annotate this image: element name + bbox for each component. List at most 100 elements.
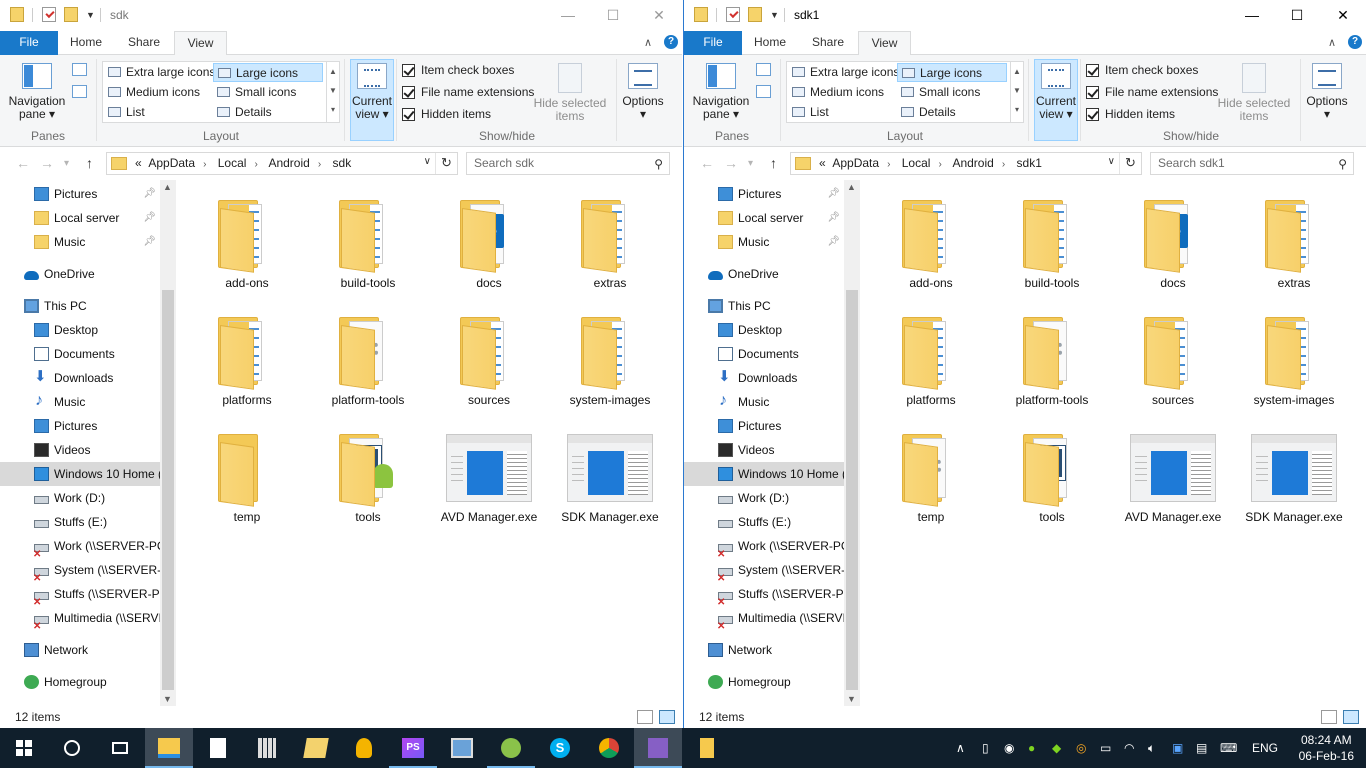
new-folder-icon[interactable] [748, 7, 762, 22]
tab-file[interactable]: File [0, 31, 58, 55]
options-button[interactable]: Options ▾ [1304, 63, 1350, 121]
nav-item[interactable]: Documents [0, 342, 160, 366]
up-arrow-icon[interactable]: ↑ [770, 155, 777, 171]
notepad-button[interactable] [194, 728, 242, 768]
nav-item[interactable]: Work (\\SERVER-PC) [684, 534, 844, 558]
layout-details[interactable]: Details [897, 103, 1007, 122]
breadcrumb-item[interactable]: Android [268, 156, 309, 170]
nav-item[interactable]: Homegroup [0, 670, 160, 694]
properties-icon[interactable] [726, 7, 740, 22]
nav-item[interactable]: Pictures 📌︎ [684, 182, 844, 206]
address-dropdown-icon[interactable]: ∨ [1108, 156, 1115, 167]
minimize-button[interactable]: — [545, 0, 591, 31]
folder-item[interactable]: system-images [555, 299, 665, 411]
forward-arrow-icon[interactable]: → [40, 155, 54, 171]
back-arrow-icon[interactable]: ← [700, 155, 714, 171]
preview-pane-icon[interactable] [756, 63, 771, 76]
file-item[interactable]: AVD Manager.exe [1118, 416, 1228, 528]
folder-item[interactable]: extras [555, 182, 665, 294]
folder-item[interactable]: build-tools [313, 182, 423, 294]
nav-item[interactable]: Network [0, 638, 160, 662]
folder-item[interactable]: build-tools [997, 182, 1107, 294]
cortana-button[interactable] [48, 728, 96, 768]
layout-large-icons[interactable]: Large icons [897, 63, 1007, 82]
layout-extra-large-icons[interactable]: Extra large icons [788, 63, 899, 82]
folder-item[interactable]: temp [876, 416, 986, 528]
action-center-icon[interactable]: ▤ [1196, 728, 1207, 768]
nav-item[interactable]: Downloads [684, 366, 844, 390]
nav-item[interactable]: Local server 📌︎ [0, 206, 160, 230]
navigation-pane-button[interactable]: Navigation pane ▾ [6, 63, 68, 121]
nav-item[interactable]: Videos [0, 438, 160, 462]
hidden-items-checkbox[interactable]: Hidden items [402, 107, 491, 123]
clock[interactable]: 08:24 AM 06-Feb-16 [1299, 732, 1354, 764]
new-folder-icon[interactable] [64, 7, 78, 22]
volume-icon[interactable]: 🔈︎ [1148, 728, 1155, 768]
folder-item[interactable]: platform-tools [997, 299, 1107, 411]
nav-item[interactable]: Network [684, 638, 844, 662]
tab-view[interactable]: View [858, 31, 911, 56]
back-arrow-icon[interactable]: ← [16, 155, 30, 171]
refresh-icon[interactable]: ↻ [435, 153, 457, 174]
details-pane-icon[interactable] [756, 85, 771, 98]
address-dropdown-icon[interactable]: ∨ [424, 156, 431, 167]
usb-icon[interactable]: ▯ [982, 728, 989, 768]
calculator-button[interactable] [243, 728, 291, 768]
breadcrumb-item[interactable]: sdk [333, 156, 352, 170]
navigation-pane-button[interactable]: Navigation pane ▾ [690, 63, 752, 121]
folder-button[interactable] [683, 728, 731, 768]
current-view-button[interactable]: Current view ▾ [350, 63, 394, 121]
layout-details[interactable]: Details [213, 103, 323, 122]
refresh-icon[interactable]: ↻ [1119, 153, 1141, 174]
details-pane-icon[interactable] [72, 85, 87, 98]
large-icons-view-icon[interactable] [1343, 710, 1359, 724]
file-name-extensions-checkbox[interactable]: File name extensions [402, 85, 534, 101]
nav-item[interactable]: Pictures 📌︎ [0, 182, 160, 206]
help-icon[interactable]: ? [664, 35, 678, 49]
nav-item[interactable]: Music 📌︎ [0, 230, 160, 254]
options-button[interactable]: Options ▾ [620, 63, 666, 121]
breadcrumb-item[interactable]: AppData [832, 156, 879, 170]
folder-item[interactable]: tools [997, 416, 1107, 528]
title-bar[interactable]: ▼ sdk1 — ☐ ✕ [684, 0, 1366, 31]
nav-item[interactable]: Multimedia (\\SERVI [0, 606, 160, 630]
folder-item[interactable]: system-images [1239, 299, 1349, 411]
nav-item[interactable]: This PC [684, 294, 844, 318]
breadcrumb-item[interactable]: Android [952, 156, 993, 170]
help-icon[interactable]: ? [1348, 35, 1362, 49]
task-view-button[interactable] [96, 728, 144, 768]
scrollbar-thumb[interactable] [162, 290, 174, 690]
tab-file[interactable]: File [684, 31, 742, 55]
layout-medium-icons[interactable]: Medium icons [788, 83, 896, 102]
file-item[interactable]: SDK Manager.exe [555, 416, 665, 528]
network-status-icon[interactable]: ▣ [1172, 728, 1183, 768]
recent-locations-icon[interactable]: ▾ [64, 158, 69, 169]
folder-item[interactable]: platforms [192, 299, 302, 411]
file-item[interactable]: AVD Manager.exe [434, 416, 544, 528]
nav-item[interactable]: Stuffs (E:) [684, 510, 844, 534]
folder-item[interactable]: extras [1239, 182, 1349, 294]
current-view-button[interactable]: Current view ▾ [1034, 63, 1078, 121]
nav-scrollbar[interactable]: ▲ ▼ [844, 180, 860, 706]
tab-home[interactable]: Home [58, 31, 114, 55]
hide-selected-items-button[interactable]: Hide selected items [1216, 63, 1292, 123]
file-item[interactable]: SDK Manager.exe [1239, 416, 1349, 528]
nav-item[interactable]: OneDrive [0, 262, 160, 286]
nav-item[interactable]: Pictures [684, 414, 844, 438]
hide-selected-items-button[interactable]: Hide selected items [532, 63, 608, 123]
nav-item[interactable]: System (\\SERVER-P [684, 558, 844, 582]
tab-home[interactable]: Home [742, 31, 798, 55]
photos-button[interactable] [438, 728, 486, 768]
nav-item[interactable]: Stuffs (E:) [0, 510, 160, 534]
folder-item[interactable]: sources [1118, 299, 1228, 411]
minimize-button[interactable]: — [1229, 0, 1275, 31]
pin-icon[interactable]: 📌︎ [827, 230, 840, 254]
file-explorer-button[interactable] [145, 728, 193, 768]
tray-app-icon[interactable]: ◉ [1004, 728, 1014, 768]
breadcrumb-overflow[interactable]: « [819, 156, 826, 170]
nav-item[interactable]: Windows 10 Home ( [0, 462, 160, 486]
android-studio-button[interactable] [487, 728, 535, 768]
folder-item[interactable]: tools [313, 416, 423, 528]
breadcrumb-item[interactable]: Local [902, 156, 931, 170]
nav-item[interactable]: OneDrive [684, 262, 844, 286]
